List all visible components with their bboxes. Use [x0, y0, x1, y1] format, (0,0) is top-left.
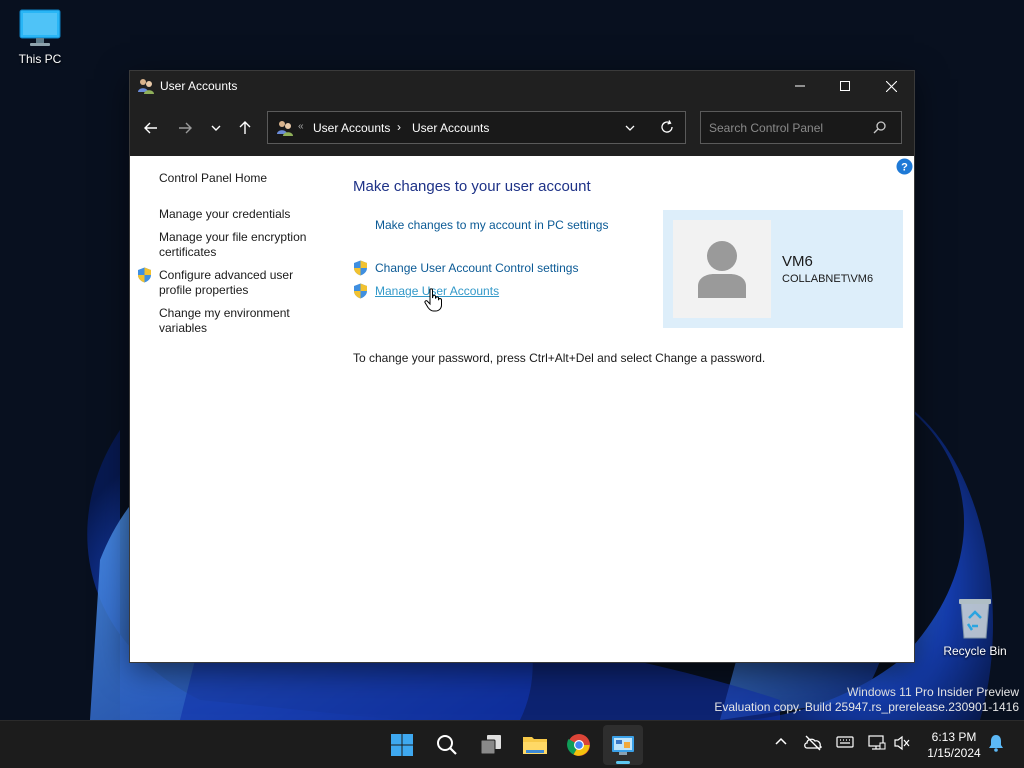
taskbar: 6:13 PM 1/15/2024	[0, 720, 1024, 768]
pc-settings-link[interactable]: Make changes to my account in PC setting…	[375, 218, 608, 232]
hand-cursor-icon	[424, 288, 442, 312]
chevron-down-icon	[211, 125, 221, 131]
control-panel-icon	[612, 736, 634, 755]
running-indicator	[616, 761, 630, 764]
refresh-icon[interactable]	[660, 120, 674, 134]
file-explorer-button[interactable]	[515, 725, 555, 765]
search-icon[interactable]	[873, 120, 887, 134]
users-icon	[138, 79, 154, 94]
help-icon[interactable]: ?	[896, 158, 913, 175]
task-view-button[interactable]	[471, 725, 511, 765]
navigation-bar: « User Accounts › User Accounts	[130, 101, 914, 156]
clock-date: 1/15/2024	[927, 746, 981, 760]
uac-shield-icon	[138, 267, 151, 283]
onedrive-offline-icon[interactable]	[803, 735, 823, 751]
breadcrumb-item[interactable]: User Accounts	[313, 121, 390, 135]
network-icon[interactable]	[868, 735, 886, 751]
breadcrumb-separator[interactable]: ›	[397, 120, 401, 134]
start-icon	[391, 734, 413, 756]
search-input[interactable]	[701, 112, 871, 143]
address-bar[interactable]: « User Accounts › User Accounts	[267, 111, 686, 144]
volume-muted-icon[interactable]	[893, 735, 911, 751]
start-button[interactable]	[382, 725, 422, 765]
content-pane: Control Panel Home Manage your credentia…	[130, 156, 914, 662]
password-info-text: To change your password, press Ctrl+Alt+…	[353, 351, 766, 365]
control-panel-button[interactable]	[603, 725, 643, 765]
chevron-up-icon[interactable]	[774, 735, 788, 749]
recycle-bin-icon	[959, 599, 991, 639]
chevron-down-icon[interactable]	[624, 121, 636, 135]
forward-button[interactable]	[171, 116, 199, 140]
recent-locations-button[interactable]	[202, 116, 230, 140]
account-name: VM6	[782, 253, 813, 270]
uac-shield-icon	[354, 283, 367, 299]
system-clock[interactable]: 6:13 PM 1/15/2024	[918, 729, 990, 761]
minimize-button[interactable]	[777, 71, 823, 101]
sidebar-item-file-encryption[interactable]: Manage your file encryption certificates	[159, 230, 329, 260]
forward-icon	[179, 122, 192, 134]
taskbar-search-button[interactable]	[427, 725, 467, 765]
uac-shield-icon	[354, 260, 367, 276]
sidebar-item-manage-credentials[interactable]: Manage your credentials	[159, 207, 329, 222]
notification-bell-icon[interactable]	[988, 734, 1004, 752]
desktop-icon-recycle-bin[interactable]: Recycle Bin	[935, 596, 1015, 658]
breadcrumb-overflow[interactable]: «	[298, 121, 304, 132]
window-title: User Accounts	[160, 79, 238, 93]
sidebar-item-advanced-profile[interactable]: Configure advanced user profile properti…	[159, 268, 329, 298]
close-icon	[885, 80, 897, 92]
search-icon	[437, 735, 457, 755]
sidebar-item-control-panel-home[interactable]: Control Panel Home	[159, 171, 329, 186]
maximize-icon	[840, 81, 850, 91]
clock-time: 6:13 PM	[931, 730, 977, 744]
search-box	[700, 111, 902, 144]
minimize-icon	[795, 85, 805, 87]
back-icon	[144, 122, 157, 134]
avatar	[673, 220, 771, 318]
user-accounts-window: User Accounts « User Accounts › User Acc…	[130, 71, 914, 662]
up-button[interactable]	[231, 116, 259, 140]
account-card: VM6 COLLABNET\VM6	[663, 210, 903, 328]
chrome-icon	[567, 734, 590, 756]
evaluation-watermark: Windows 11 Pro Insider Preview Evaluatio…	[714, 685, 1019, 715]
this-pc-label: This PC	[18, 52, 62, 66]
account-domain: COLLABNET\VM6	[782, 273, 874, 285]
back-button[interactable]	[137, 116, 165, 140]
close-button[interactable]	[868, 71, 914, 101]
recycle-bin-label: Recycle Bin	[943, 644, 1007, 658]
title-bar[interactable]: User Accounts	[130, 71, 914, 101]
users-icon	[277, 121, 293, 136]
svg-text:?: ?	[901, 162, 908, 174]
user-avatar-icon	[698, 241, 746, 298]
breadcrumb-item[interactable]: User Accounts	[412, 121, 489, 135]
maximize-button[interactable]	[822, 71, 868, 101]
file-explorer-icon	[523, 737, 547, 754]
uac-settings-link[interactable]: Change User Account Control settings	[375, 261, 578, 275]
up-arrow-icon	[239, 121, 251, 134]
chrome-button[interactable]	[559, 725, 599, 765]
desktop-icon-this-pc[interactable]: This PC	[0, 8, 80, 66]
sidebar-item-environment-variables[interactable]: Change my environment variables	[159, 306, 329, 336]
monitor-icon	[19, 9, 61, 46]
page-title: Make changes to your user account	[353, 178, 591, 195]
keyboard-icon[interactable]	[836, 735, 854, 749]
watermark-line-1: Windows 11 Pro Insider Preview	[847, 685, 1019, 699]
task-view-icon	[480, 735, 501, 755]
watermark-line-2: Evaluation copy. Build 25947.rs_prerelea…	[714, 700, 1019, 714]
